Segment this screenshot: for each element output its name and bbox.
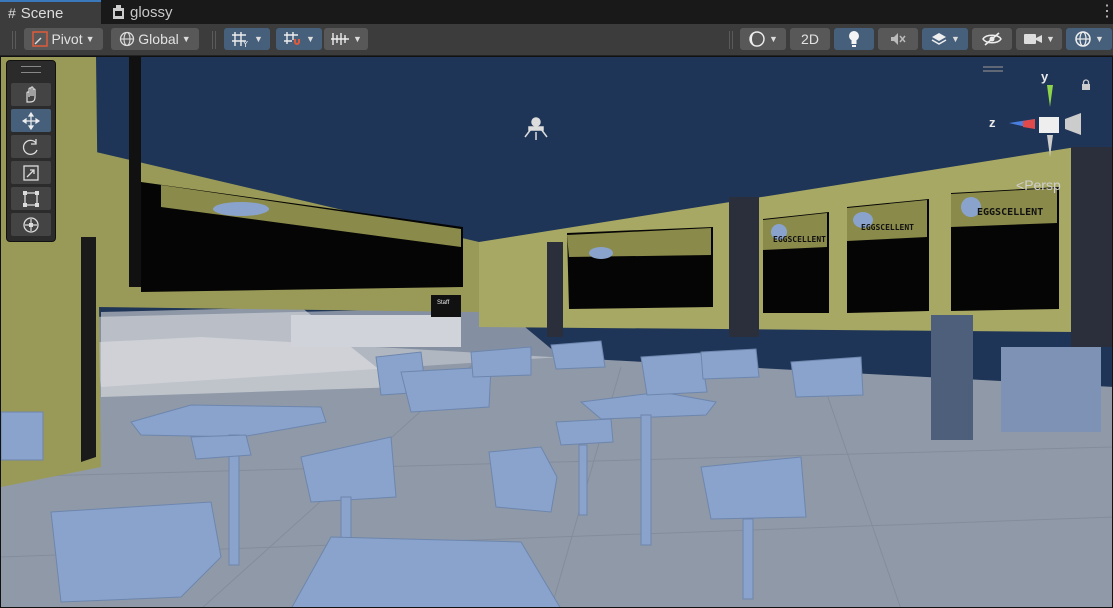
sign-text: EGGSCELLENT: [773, 235, 826, 244]
scale-icon: [23, 164, 39, 181]
door-sign: Staff: [437, 300, 450, 306]
chevron-down-icon: ▼: [254, 34, 263, 44]
sign-text: EGGSCELLENT: [861, 223, 914, 232]
shading-mode-dropdown[interactable]: ▼: [740, 28, 786, 50]
svg-text:Y: Y: [242, 40, 248, 48]
rect-transform-icon: [23, 190, 39, 207]
audio-toggle[interactable]: [878, 28, 918, 50]
prefab-icon: [113, 4, 124, 19]
pivot-dropdown[interactable]: Pivot ▼: [24, 28, 103, 50]
chevron-down-icon: ▼: [181, 34, 191, 44]
toolbar-grip: [12, 31, 16, 49]
hand-icon: [26, 85, 36, 103]
toggle-2d-button[interactable]: 2D: [790, 28, 830, 50]
tab-glossy[interactable]: glossy: [104, 0, 194, 24]
lighting-toggle[interactable]: [834, 28, 874, 50]
pivot-icon: [32, 31, 49, 47]
tools-overlay: [6, 60, 56, 242]
eye-hidden-icon: [982, 32, 1002, 46]
scene-viewport[interactable]: EGGSCELLENT EGGSCELLENT EGGSCELLENT Staf…: [0, 56, 1113, 608]
camera-icon: [1024, 34, 1043, 44]
rect-tool-button[interactable]: [11, 187, 51, 210]
chevron-down-icon: ▼: [353, 34, 362, 44]
camera-dropdown[interactable]: ▼: [1016, 28, 1062, 50]
chevron-down-icon: ▼: [85, 34, 95, 44]
move-arrows-icon: [22, 111, 40, 130]
chevron-down-icon: ▼: [1046, 34, 1055, 44]
toggle-2d-label: 2D: [801, 31, 819, 47]
tab-scene-label: Scene: [20, 4, 64, 22]
scene-visibility-toggle[interactable]: [972, 28, 1012, 50]
snap-magnet-icon: [284, 32, 301, 45]
ruler-grid-icon: [331, 33, 350, 45]
global-dropdown[interactable]: Global ▼: [111, 28, 199, 50]
scene-render: [1, 57, 1112, 607]
scene-toolbar: Pivot ▼ Global ▼ Y ▼ ▼ ▼ ▼ 2D ▼ ▼ ▼: [0, 24, 1113, 56]
toolbar-grip: [729, 31, 733, 49]
projection-toggle[interactable]: <Persp: [1016, 177, 1061, 193]
projection-label: Persp: [1024, 177, 1061, 193]
chevron-left-icon: <: [1016, 177, 1025, 193]
shading-sphere-icon: [749, 31, 765, 47]
ruler-dropdown[interactable]: ▼: [324, 28, 368, 50]
globe-icon: [120, 31, 135, 47]
tab-scene[interactable]: # Scene: [0, 0, 101, 24]
pivot-label: Pivot: [51, 31, 83, 47]
lightbulb-icon: [849, 31, 859, 47]
editor-tab-bar: # Scene glossy ⋮: [0, 0, 1113, 24]
gizmos-dropdown[interactable]: ▼: [1066, 28, 1112, 50]
chevron-down-icon: ▼: [951, 34, 960, 44]
grid-hash-icon: #: [8, 5, 16, 21]
layers-effects-icon: [931, 33, 947, 45]
hand-tool-button[interactable]: [11, 83, 51, 106]
rotate-tool-button[interactable]: [11, 135, 51, 158]
chevron-down-icon: ▼: [1095, 34, 1104, 44]
global-label: Global: [138, 31, 179, 47]
gizmo-globe-icon: [1075, 31, 1091, 47]
grid-axis-icon: Y: [232, 32, 248, 48]
scale-tool-button[interactable]: [11, 161, 51, 184]
increment-snap-dropdown[interactable]: ▼: [276, 28, 322, 50]
axis-z-label: z: [989, 115, 996, 130]
toolbar-grip: [212, 31, 216, 49]
grid-snap-dropdown[interactable]: Y ▼: [224, 28, 270, 50]
lock-icon[interactable]: [1081, 79, 1091, 91]
overlay-grip[interactable]: [21, 66, 41, 73]
axis-gizmo-icon: [1009, 85, 1081, 157]
orientation-gizmo[interactable]: y z: [989, 69, 1089, 161]
transform-tool-button[interactable]: [11, 213, 51, 236]
effects-dropdown[interactable]: ▼: [922, 28, 968, 50]
rotate-icon: [22, 138, 38, 155]
chevron-down-icon: ▼: [306, 34, 315, 44]
tab-glossy-label: glossy: [130, 3, 173, 21]
transform-all-icon: [23, 216, 39, 233]
move-tool-button[interactable]: [11, 109, 51, 132]
axis-y-label: y: [1041, 69, 1049, 84]
more-options-icon[interactable]: ⋮: [1099, 3, 1113, 21]
sign-text: EGGSCELLENT: [977, 207, 1044, 218]
audio-muted-icon: [891, 33, 906, 45]
chevron-down-icon: ▼: [769, 34, 778, 44]
